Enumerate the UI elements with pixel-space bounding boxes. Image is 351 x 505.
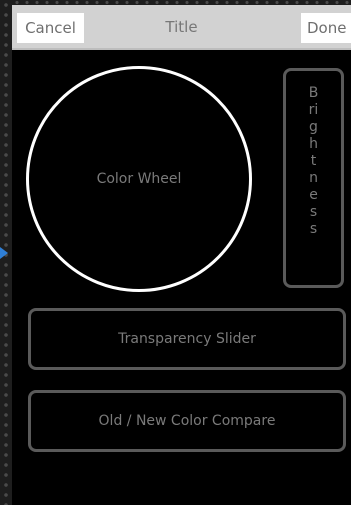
color-wheel-label: Color Wheel [96, 171, 182, 187]
navigation-bar: Title Cancel Done [12, 5, 351, 50]
done-button[interactable]: Done [301, 13, 351, 43]
rail-marker-arrow-icon [0, 247, 8, 259]
cancel-button[interactable]: Cancel [17, 13, 84, 43]
brightness-slider[interactable]: Brightness [283, 68, 344, 288]
color-compare-panel[interactable]: Old / New Color Compare [28, 390, 346, 452]
brightness-label: Brightness [308, 85, 319, 237]
transparency-slider[interactable]: Transparency Slider [28, 308, 346, 370]
transparency-slider-label: Transparency Slider [118, 331, 256, 347]
color-compare-label: Old / New Color Compare [98, 413, 276, 429]
color-wheel[interactable]: Color Wheel [26, 66, 252, 292]
